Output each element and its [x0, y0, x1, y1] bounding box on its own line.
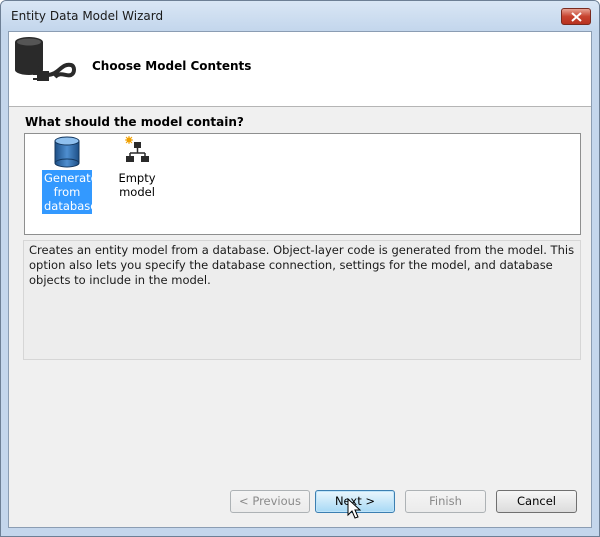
wizard-header: Choose Model Contents	[9, 32, 591, 107]
wizard-window: Entity Data Model Wizard Choose Model Co…	[0, 0, 600, 537]
option-description: Creates an entity model from a database.…	[23, 240, 581, 360]
wizard-body: Choose Model Contents What should the mo…	[8, 31, 592, 528]
hierarchy-icon	[125, 136, 149, 162]
database-plug-icon	[15, 37, 76, 81]
option-label-line: Generate	[44, 171, 98, 185]
previous-button[interactable]: < Previous	[230, 490, 310, 513]
page-title: Choose Model Contents	[92, 59, 252, 73]
close-icon	[571, 12, 582, 22]
option-label-line: from	[53, 185, 81, 199]
close-button[interactable]	[561, 8, 591, 25]
cancel-button[interactable]: Cancel	[496, 490, 577, 513]
option-label-line: database	[44, 199, 98, 213]
finish-button[interactable]: Finish	[405, 490, 486, 513]
option-label-line: Empty model	[118, 171, 156, 199]
window-title: Entity Data Model Wizard	[11, 9, 164, 23]
question-label: What should the model contain?	[25, 115, 244, 129]
mouse-cursor-icon	[347, 498, 361, 519]
title-bar[interactable]: Entity Data Model Wizard	[1, 1, 599, 31]
database-icon	[54, 136, 80, 168]
option-empty-model[interactable]: Empty model	[101, 136, 173, 200]
model-contents-list[interactable]: Generate from database Empty model	[24, 133, 581, 235]
option-generate-from-database[interactable]: Generate from database	[42, 136, 98, 214]
